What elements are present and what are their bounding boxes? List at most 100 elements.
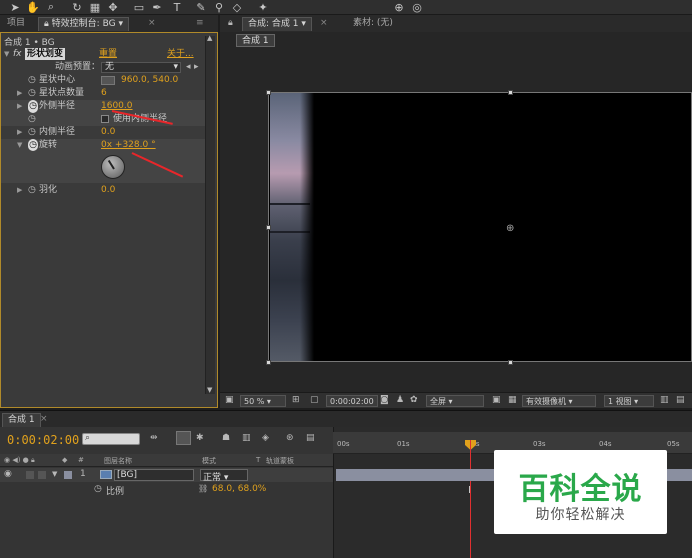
label-color-swatch[interactable] (64, 471, 72, 479)
composition-mini-flowchart-icon[interactable]: ⇹ (150, 433, 158, 443)
brainstorm-icon[interactable]: ⊛ (286, 433, 294, 443)
rotation-dial[interactable] (101, 155, 125, 179)
mask-icon[interactable]: ▢ (310, 395, 319, 405)
twirl-down-icon[interactable]: ▼ (4, 48, 9, 61)
rectangle-tool-icon[interactable]: ▭ (132, 0, 146, 14)
camera-tool-icon[interactable]: ▦ (88, 0, 102, 14)
panel-menu-icon[interactable]: ≡ (196, 18, 204, 28)
fx-badge[interactable]: fx (13, 48, 22, 61)
stopwatch-icon[interactable]: ◷ (28, 184, 36, 197)
current-time-display[interactable]: 0:00:02:00 (326, 395, 378, 407)
column-source-name[interactable]: 图层名称 (104, 456, 132, 466)
comp-sub-tab[interactable]: 合成 1 (236, 34, 275, 47)
column-t[interactable]: T (256, 456, 260, 464)
eraser-tool-icon[interactable]: ◇ (230, 0, 244, 14)
channel-icon[interactable]: ✿ (410, 395, 418, 405)
comp-flowchart-icon[interactable]: ▤ (676, 395, 685, 405)
draft-3d-icon[interactable]: ✱ (196, 433, 204, 443)
hand-tool-icon[interactable]: ✋ (26, 0, 40, 14)
anchor-point-icon[interactable]: ⊕ (506, 223, 514, 234)
transform-handle[interactable] (508, 360, 513, 365)
puppet-tool-icon[interactable]: ✦ (256, 0, 270, 14)
transform-handle[interactable] (266, 90, 271, 95)
close-icon[interactable]: × (148, 18, 156, 28)
lock-switch[interactable] (38, 471, 46, 479)
blend-mode-select[interactable]: 正常 ▾ (200, 469, 248, 483)
stopwatch-icon[interactable]: ◷ (94, 484, 102, 494)
transparency-grid-icon[interactable]: ▦ (508, 395, 517, 405)
twirl-right-icon[interactable]: ▶ (17, 184, 22, 197)
stopwatch-icon[interactable]: ◷ (28, 113, 36, 126)
motion-blur-icon[interactable]: ◈ (262, 433, 269, 443)
stopwatch-icon[interactable]: ◷ (28, 139, 38, 151)
graph-editor-icon[interactable]: ▤ (306, 433, 315, 443)
eye-icon[interactable]: ◉ (4, 469, 12, 479)
hide-shy-icon[interactable]: ☗ (222, 433, 230, 443)
property-value[interactable]: 0x +328.0 ° (101, 139, 156, 152)
scale-value[interactable]: 68.0, 68.0% (212, 484, 266, 494)
transform-handle[interactable] (266, 225, 271, 230)
brush-tool-icon[interactable]: ✎ (194, 0, 208, 14)
frame-blend-icon[interactable]: ▥ (242, 433, 251, 443)
chevron-down-icon[interactable]: ▾ (301, 19, 306, 29)
resolution-select[interactable]: 全屏 ▾ (426, 395, 484, 407)
region-icon[interactable]: ▣ (492, 395, 501, 405)
stopwatch-icon[interactable]: ◷ (28, 126, 36, 139)
effect-panel-scrollbar[interactable]: ▲ ▼ (205, 34, 215, 394)
selection-tool-icon[interactable]: ➤ (8, 0, 22, 14)
twirl-right-icon[interactable]: ▶ (17, 126, 22, 139)
close-icon[interactable]: × (320, 18, 328, 28)
property-value[interactable]: 0.0 (101, 184, 115, 197)
playhead-line[interactable] (470, 440, 471, 558)
fast-preview-icon[interactable]: ▥ (660, 395, 669, 405)
close-icon[interactable]: × (40, 414, 48, 424)
toggle-pixel-icon[interactable]: ▣ (225, 395, 234, 405)
stopwatch-icon[interactable]: ◷ (28, 100, 38, 113)
transform-handle[interactable] (508, 90, 513, 95)
keyframe-icon[interactable]: I (468, 485, 471, 496)
next-preset-icon[interactable]: ▸ (194, 61, 199, 74)
timeline-timecode[interactable]: 0:00:02:00 (7, 433, 79, 447)
crosshair-icon[interactable] (101, 76, 115, 85)
column-trkmat[interactable]: 轨道蒙板 (266, 456, 294, 466)
link-icon[interactable]: ⛓ (198, 484, 208, 493)
property-value[interactable]: 0.0 (101, 126, 115, 139)
reset-link[interactable]: 重置 (99, 48, 117, 61)
live-update-icon[interactable] (176, 431, 191, 445)
composition-canvas[interactable] (268, 92, 692, 362)
prev-preset-icon[interactable]: ◂ (186, 61, 191, 74)
about-link[interactable]: 关于... (167, 48, 194, 61)
property-value[interactable]: 6 (101, 87, 107, 100)
tab-effect-controls[interactable]: 🔒︎ 特效控制台: BG ▾ (38, 17, 129, 31)
solo-switch[interactable] (26, 471, 34, 479)
layer-name[interactable]: [BG] (114, 469, 194, 481)
tab-footage[interactable]: 素材: (无) (348, 17, 398, 31)
scroll-down-icon[interactable]: ▼ (207, 386, 212, 394)
lock-icon[interactable]: 🔒︎ (44, 19, 49, 29)
pen-tool-icon[interactable]: ✒ (150, 0, 164, 14)
clone-tool-icon[interactable]: ⚲ (212, 0, 226, 14)
twirl-down-icon[interactable]: ▼ (52, 470, 57, 478)
axis-mode-icon[interactable]: ◎ (410, 0, 424, 14)
stopwatch-icon[interactable]: ◷ (28, 87, 36, 100)
layer-row[interactable]: ◉ ▼ 1 [BG] 正常 ▾ (0, 468, 333, 483)
grid-icon[interactable]: ⊞ (292, 395, 300, 405)
lock-icon[interactable]: 🔒︎ (228, 18, 233, 28)
chevron-down-icon[interactable]: ▾ (118, 19, 123, 29)
timeline-search-input[interactable]: ⌕ (82, 433, 140, 445)
stopwatch-icon[interactable]: ◷ (28, 74, 36, 87)
tab-project[interactable]: 项目 (2, 17, 30, 31)
zoom-select[interactable]: 50 % ▾ (240, 395, 286, 407)
camera-select[interactable]: 有效摄像机 ▾ (522, 395, 596, 407)
effect-header-row[interactable]: ▼ fx 形状划变 重置 关于... (1, 48, 205, 61)
use-inner-radius-checkbox[interactable] (101, 115, 109, 123)
scroll-up-icon[interactable]: ▲ (207, 34, 212, 42)
pan-tool-icon[interactable]: ✥ (106, 0, 120, 14)
tab-timeline[interactable]: 合成 1 (2, 413, 41, 427)
column-mode[interactable]: 模式 (202, 456, 216, 466)
rotate-tool-icon[interactable]: ↻ (70, 0, 84, 14)
text-tool-icon[interactable]: T (170, 0, 184, 14)
preset-select[interactable]: 无 ▾ (101, 62, 181, 73)
transform-handle[interactable] (266, 360, 271, 365)
effect-name[interactable]: 形状划变 (25, 48, 66, 60)
